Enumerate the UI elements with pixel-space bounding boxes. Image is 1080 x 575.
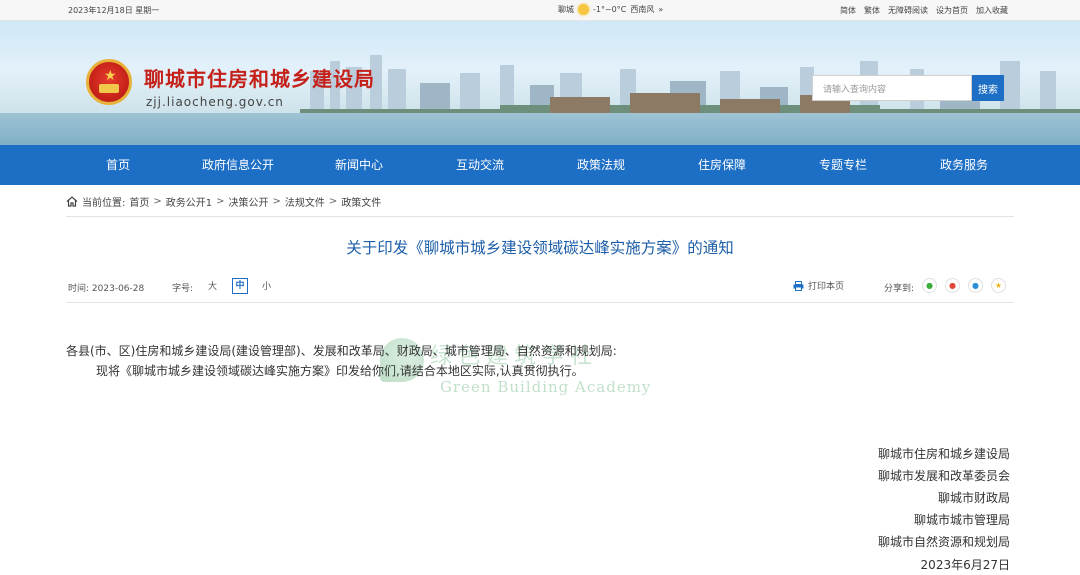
weather-widget: 聊城 -1°~0°C 西南风 » (558, 4, 663, 15)
breadcrumb-item-home[interactable]: 首页 (129, 194, 149, 209)
publish-time-value: 2023-06-28 (91, 284, 145, 294)
nav-item-housing[interactable]: 住房保障 (662, 145, 782, 185)
qq-icon[interactable]: ● (968, 278, 983, 293)
font-size-medium[interactable]: 中 (232, 278, 248, 294)
top-bar: 2023年12月18日 星期一 聊城 -1°~0°C 西南风 » 简体 繁体 无… (0, 0, 1080, 21)
breadcrumb-item-decision[interactable]: 决策公开 (229, 194, 269, 209)
link-add-favorite[interactable]: 加入收藏 (976, 5, 1008, 16)
breadcrumb-label: 当前位置: (82, 198, 126, 209)
national-emblem-icon: ★ (86, 59, 132, 105)
breadcrumb-separator: > (216, 196, 225, 207)
divider (66, 216, 1014, 217)
salutation: 各县(市、区)住房和城乡建设局(建设管理部)、发展和改革局、财政局、城市管理局、… (66, 344, 617, 358)
lake-water (0, 113, 1080, 145)
divider (66, 302, 1014, 303)
emblem-gate-icon (99, 84, 119, 93)
breadcrumb-item-regulations[interactable]: 法规文件 (285, 194, 325, 209)
breadcrumb-separator: > (272, 196, 281, 207)
publish-time-label: 时间: (68, 284, 90, 294)
share-label: 分享到: (884, 284, 915, 294)
qzone-icon[interactable]: ★ (991, 278, 1006, 293)
breadcrumb-separator: > (328, 196, 338, 207)
signatory: 聊城市城市管理局 (913, 513, 1010, 527)
signatory: 聊城市发展和改革委员会 (877, 469, 1010, 483)
weather-wind: 西南风 (630, 5, 655, 14)
breadcrumb-item-policy-docs[interactable]: 政策文件 (341, 194, 381, 209)
print-label: 打印本页 (808, 282, 845, 292)
top-links: 简体 繁体 无障碍阅读 设为首页 加入收藏 (840, 5, 1008, 16)
link-set-homepage[interactable]: 设为首页 (936, 5, 968, 16)
site-url: zjj.liaocheng.gov.cn (146, 95, 284, 109)
header-banner: ★ 聊城市住房和城乡建设局 zjj.liaocheng.gov.cn 请输入查询… (0, 21, 1080, 145)
breadcrumb: 当前位置: 首页 > 政务公开1 > 决策公开 > 法规文件 > 政策文件 (66, 194, 381, 209)
nav-item-services[interactable]: 政务服务 (904, 145, 1024, 185)
signatory: 聊城市住房和城乡建设局 (877, 447, 1010, 461)
current-date: 2023年12月18日 星期一 (68, 6, 160, 15)
font-size-small[interactable]: 小 (262, 279, 271, 292)
publish-time: 时间: 2023-06-28 (68, 281, 144, 294)
watermark-text-en: Green Building Academy (440, 378, 652, 396)
main-nav: 首页 政府信息公开 新闻中心 互动交流 政策法规 住房保障 专题专栏 政务服务 (0, 145, 1080, 185)
nav-item-interaction[interactable]: 互动交流 (420, 145, 540, 185)
weibo-icon[interactable]: ● (945, 278, 960, 293)
font-size-large[interactable]: 大 (208, 279, 217, 292)
nav-item-policy[interactable]: 政策法规 (541, 145, 661, 185)
site-title[interactable]: 聊城市住房和城乡建设局 (144, 63, 375, 92)
wechat-icon[interactable]: ● (922, 278, 937, 293)
link-accessibility[interactable]: 无障碍阅读 (888, 5, 928, 16)
printer-icon (793, 280, 804, 291)
article-title: 关于印发《聊城市城乡建设领域碳达峰实施方案》的通知 (346, 239, 734, 257)
breadcrumb-item-gov-affairs[interactable]: 政务公开1 (166, 194, 212, 209)
nav-item-topics[interactable]: 专题专栏 (783, 145, 903, 185)
emblem-star-icon: ★ (104, 68, 117, 84)
sun-icon (578, 4, 589, 15)
home-icon (66, 196, 78, 207)
print-button[interactable]: 打印本页 (793, 279, 844, 292)
breadcrumb-separator: > (153, 196, 162, 207)
weather-city: 聊城 (558, 5, 574, 14)
weather-temperature: -1°~0°C (593, 5, 627, 14)
link-simplified[interactable]: 简体 (840, 5, 856, 16)
search-input[interactable]: 请输入查询内容 (812, 75, 972, 101)
link-traditional[interactable]: 繁体 (864, 5, 880, 16)
search-button[interactable]: 搜索 (972, 75, 1004, 101)
nav-item-home[interactable]: 首页 (58, 145, 178, 185)
font-size-label: 字号: (172, 284, 194, 294)
signatory: 聊城市财政局 (937, 491, 1010, 505)
weather-more-icon[interactable]: » (658, 5, 663, 14)
nav-item-gov-info[interactable]: 政府信息公开 (178, 145, 298, 185)
body-paragraph: 现将《聊城市城乡建设领域碳达峰实施方案》印发给你们,请结合本地区实际,认真贯彻执… (96, 364, 584, 378)
signatory: 聊城市自然资源和规划局 (877, 535, 1010, 549)
nav-item-news[interactable]: 新闻中心 (299, 145, 419, 185)
sign-date: 2023年6月27日 (920, 558, 1010, 572)
